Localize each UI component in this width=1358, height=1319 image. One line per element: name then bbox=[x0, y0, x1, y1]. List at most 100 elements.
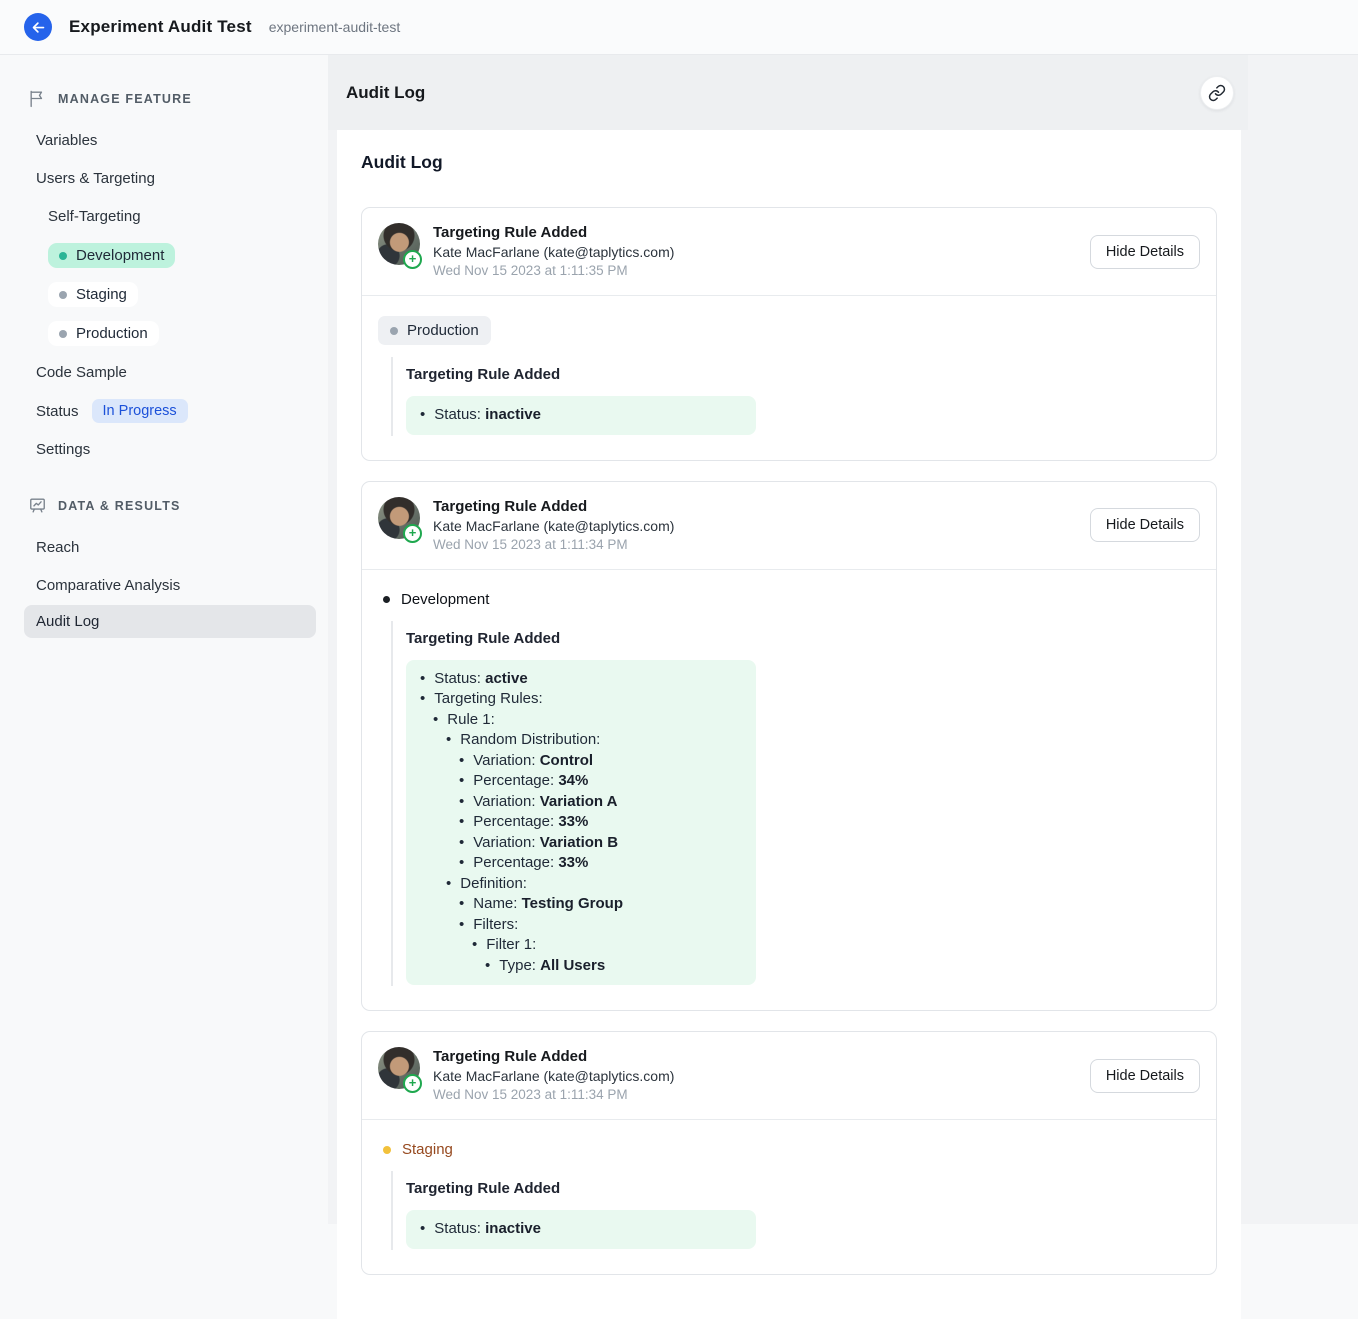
change-block: Targeting Rule Added Status: inactive bbox=[391, 1171, 1200, 1250]
change-value: All Users bbox=[540, 957, 605, 974]
event-author: Kate MacFarlane (kate@taplytics.com) bbox=[433, 243, 674, 261]
environment-name: Staging bbox=[402, 1141, 453, 1158]
change-entry: Variation: Variation B bbox=[459, 833, 742, 854]
plus-circle-icon: + bbox=[403, 250, 422, 269]
event-title: Targeting Rule Added bbox=[433, 1047, 674, 1066]
audit-card: + Targeting Rule Added Kate MacFarlane (… bbox=[361, 207, 1217, 461]
plus-circle-icon: + bbox=[403, 1074, 422, 1093]
change-entry: Percentage: 33% bbox=[459, 853, 742, 874]
manage-feature-label: MANAGE FEATURE bbox=[58, 92, 192, 106]
audit-log-panel: Audit Log + Targeting Rule Added Kate Ma… bbox=[337, 130, 1241, 1319]
event-author: Kate MacFarlane (kate@taplytics.com) bbox=[433, 1067, 674, 1085]
sidebar-item-reach[interactable]: Reach bbox=[36, 529, 304, 566]
change-label: Status: bbox=[434, 1220, 485, 1237]
status-badge: In Progress bbox=[92, 399, 188, 423]
environment-pill-production[interactable]: Production bbox=[378, 316, 491, 345]
bar-title: Audit Log bbox=[346, 83, 425, 103]
environment-label-development[interactable]: Development bbox=[378, 590, 495, 609]
change-label: Rule 1: bbox=[447, 711, 495, 728]
env-label: Production bbox=[76, 325, 148, 342]
hide-details-button[interactable]: Hide Details bbox=[1090, 508, 1200, 542]
change-entry: Variation: Control bbox=[459, 751, 742, 772]
change-label: Percentage: bbox=[473, 772, 558, 789]
change-entry: Filters: bbox=[459, 915, 742, 936]
event-timestamp: Wed Nov 15 2023 at 1:11:34 PM bbox=[433, 536, 674, 554]
amber-dot-icon bbox=[383, 1146, 391, 1154]
change-title: Targeting Rule Added bbox=[406, 366, 1200, 383]
sidebar-item-settings[interactable]: Settings bbox=[36, 431, 304, 468]
change-entry: Filter 1: bbox=[472, 935, 742, 956]
hide-details-button[interactable]: Hide Details bbox=[1090, 1059, 1200, 1093]
sidebar-item-users-targeting[interactable]: Users & Targeting bbox=[36, 160, 304, 197]
change-label: Name: bbox=[473, 895, 521, 912]
audit-card: + Targeting Rule Added Kate MacFarlane (… bbox=[361, 1031, 1217, 1275]
audit-card-body: Staging Targeting Rule Added Status: ina… bbox=[362, 1120, 1216, 1274]
event-title: Targeting Rule Added bbox=[433, 497, 674, 516]
gray-dot-icon bbox=[390, 327, 398, 335]
env-label: Development bbox=[76, 247, 164, 264]
change-block: Targeting Rule Added Status: activeTarge… bbox=[391, 621, 1200, 987]
change-label: Status: bbox=[434, 670, 485, 687]
audit-card-body: Production Targeting Rule Added Status: … bbox=[362, 296, 1216, 460]
sidebar-item-variables[interactable]: Variables bbox=[36, 122, 304, 159]
env-label: Staging bbox=[76, 286, 127, 303]
avatar: + bbox=[378, 497, 420, 539]
gray-dot-icon bbox=[59, 330, 67, 338]
change-entry: Definition: bbox=[446, 874, 742, 895]
arrow-left-icon bbox=[31, 20, 46, 35]
hide-details-button[interactable]: Hide Details bbox=[1090, 235, 1200, 269]
avatar: + bbox=[378, 1047, 420, 1089]
gray-dot-icon bbox=[59, 291, 67, 299]
change-value: Variation A bbox=[540, 793, 618, 810]
sidebar-item-code-sample[interactable]: Code Sample bbox=[36, 354, 304, 391]
manage-feature-heading: MANAGE FEATURE bbox=[28, 89, 304, 108]
change-value: inactive bbox=[485, 1220, 541, 1237]
chart-icon bbox=[28, 496, 47, 515]
change-entry: Targeting Rules: bbox=[420, 689, 742, 710]
audit-card-body: Development Targeting Rule Added Status:… bbox=[362, 570, 1216, 1011]
event-meta: Targeting Rule Added Kate MacFarlane (ka… bbox=[433, 1047, 674, 1104]
sidebar-env-development[interactable]: Development bbox=[48, 243, 175, 268]
change-details: Status: inactive bbox=[406, 396, 756, 435]
change-value: 33% bbox=[558, 813, 588, 830]
change-entry: Name: Testing Group bbox=[459, 894, 742, 915]
environment-name: Development bbox=[401, 591, 489, 608]
event-title: Targeting Rule Added bbox=[433, 223, 674, 242]
back-button[interactable] bbox=[24, 13, 52, 41]
copy-link-button[interactable] bbox=[1200, 76, 1234, 110]
sidebar-env-row: Staging bbox=[36, 275, 304, 314]
sidebar-item-status[interactable]: Status In Progress bbox=[36, 392, 304, 430]
main-area: Audit Log Audit Log + Targeting Rule Add… bbox=[328, 55, 1358, 1224]
sidebar-env-production[interactable]: Production bbox=[48, 321, 159, 346]
page-title: Experiment Audit Test bbox=[69, 17, 252, 37]
change-entry: Rule 1: bbox=[433, 710, 742, 731]
change-label: Variation: bbox=[473, 834, 539, 851]
change-entry: Type: All Users bbox=[485, 956, 742, 977]
sidebar-nav: Variables Users & Targeting Self-Targeti… bbox=[36, 122, 304, 638]
change-entry: Percentage: 33% bbox=[459, 812, 742, 833]
change-details: Status: inactive bbox=[406, 1210, 756, 1249]
change-entry: Status: inactive bbox=[420, 405, 742, 426]
plus-circle-icon: + bbox=[403, 524, 422, 543]
change-label: Definition: bbox=[460, 875, 527, 892]
status-label: Status bbox=[36, 403, 79, 420]
environment-name: Production bbox=[407, 322, 479, 339]
sidebar-env-staging[interactable]: Staging bbox=[48, 282, 138, 307]
event-meta: Targeting Rule Added Kate MacFarlane (ka… bbox=[433, 497, 674, 554]
change-label: Targeting Rules: bbox=[434, 690, 542, 707]
event-author: Kate MacFarlane (kate@taplytics.com) bbox=[433, 517, 674, 535]
avatar: + bbox=[378, 223, 420, 265]
audit-card-header: + Targeting Rule Added Kate MacFarlane (… bbox=[362, 208, 1216, 296]
dark-dot-icon bbox=[383, 596, 390, 603]
change-label: Random Distribution: bbox=[460, 731, 600, 748]
event-meta: Targeting Rule Added Kate MacFarlane (ka… bbox=[433, 223, 674, 280]
environment-label-staging[interactable]: Staging bbox=[378, 1140, 459, 1159]
change-entry: Random Distribution: bbox=[446, 730, 742, 751]
sidebar: MANAGE FEATURE Variables Users & Targeti… bbox=[0, 55, 328, 1224]
sidebar-item-comparative-analysis[interactable]: Comparative Analysis bbox=[36, 567, 304, 604]
sidebar-item-audit-log[interactable]: Audit Log bbox=[24, 605, 316, 638]
change-label: Filters: bbox=[473, 916, 518, 933]
sidebar-env-row: Production bbox=[36, 314, 304, 353]
change-entry: Percentage: 34% bbox=[459, 771, 742, 792]
sidebar-item-self-targeting[interactable]: Self-Targeting bbox=[36, 198, 304, 235]
